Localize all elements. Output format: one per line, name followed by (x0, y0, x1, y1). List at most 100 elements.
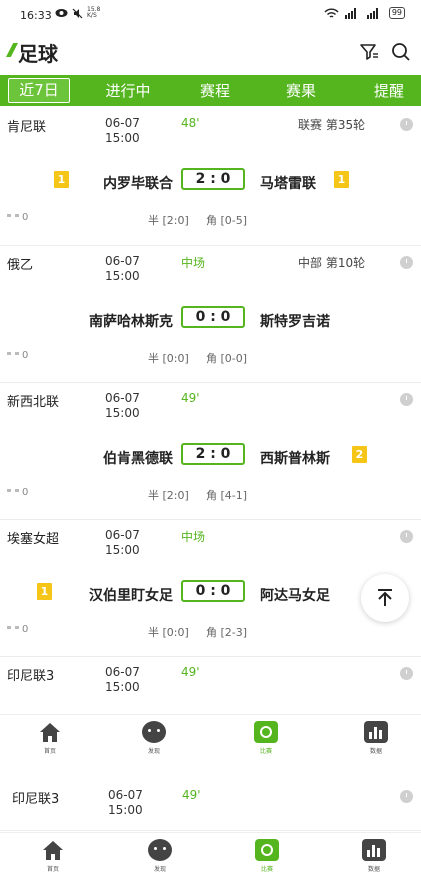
alarm-icon[interactable] (400, 256, 413, 269)
match-status: 中场 (181, 530, 206, 544)
data-icon (362, 839, 386, 861)
match-card[interactable]: 俄乙 06-07 15:00 中场 中部 第10轮 南萨哈林斯克 0 : 0 斯特… (0, 246, 421, 383)
logo-icon (6, 43, 18, 57)
home-team: 伯肯黑德联 (103, 451, 173, 467)
half-time-score: 半 [0:0] (148, 626, 189, 639)
nav-discover[interactable]: 发现 (130, 839, 190, 872)
alarm-icon[interactable] (400, 790, 413, 803)
league-name: 新西北联 (7, 395, 60, 410)
nav-home[interactable]: 首页 (20, 721, 80, 755)
back-to-top-button[interactable] (361, 574, 409, 622)
away-team: 西斯普林斯 (260, 451, 330, 467)
score: 2 : 0 (181, 443, 245, 465)
tab-reminders[interactable]: 提醒 (364, 80, 414, 101)
page-title: 足球 (18, 42, 58, 66)
match-datetime: 06-07 15:00 (105, 116, 140, 145)
match-card[interactable]: 埃塞女超 06-07 15:00 中场 1 汉伯里盯女足 0 : 0 阿达马女足 … (0, 520, 421, 657)
yellow-card-away: 2 (352, 446, 367, 463)
title-bar: 足球 (0, 33, 421, 73)
match-status: 49' (181, 391, 200, 405)
match-datetime: 06-07 15:00 (105, 391, 140, 420)
battery-icon: 99 (388, 7, 405, 19)
corner-count: 角 [0-0] (206, 352, 248, 365)
half-time-score: 半 [2:0] (148, 489, 189, 502)
viewers: 0 (7, 212, 28, 223)
nav-data[interactable]: 数据 (344, 839, 404, 872)
nav-match[interactable]: 比赛 (236, 721, 296, 755)
half-time-score: 半 [2:0] (148, 214, 189, 227)
eye-icon (55, 9, 68, 17)
nav-home[interactable]: 首页 (23, 839, 83, 872)
league-name: 埃塞女超 (7, 532, 60, 547)
match-card[interactable]: 印尼联3 06-07 15:00 49' (0, 776, 421, 831)
tab-schedule[interactable]: 赛程 (190, 80, 240, 101)
match-icon (255, 839, 279, 861)
league-name: 俄乙 (7, 258, 34, 273)
match-status: 48' (181, 116, 200, 130)
status-time: 16:33 (20, 9, 52, 22)
filter-icon (360, 44, 378, 60)
home-icon (38, 721, 62, 743)
alarm-icon[interactable] (400, 667, 413, 680)
score: 0 : 0 (181, 306, 245, 328)
tab-last-7-days[interactable]: 近7日 (8, 78, 70, 103)
yellow-card-home: 1 (54, 171, 69, 188)
tab-in-progress[interactable]: 进行中 (96, 80, 160, 101)
viewers: 0 (7, 487, 28, 498)
people-icon (7, 214, 19, 221)
data-icon (364, 721, 388, 743)
nav-match[interactable]: 比赛 (237, 839, 297, 872)
home-icon (41, 839, 65, 861)
tab-results[interactable]: 赛果 (276, 80, 326, 101)
home-team: 汉伯里盯女足 (89, 588, 173, 604)
arrow-up-icon (378, 589, 392, 606)
people-icon (7, 626, 19, 633)
home-team: 南萨哈林斯克 (89, 314, 173, 330)
match-datetime: 06-07 15:00 (108, 788, 143, 817)
bottom-nav: 首页 发现 比赛 数据 (0, 832, 421, 872)
away-team: 马塔雷联 (260, 176, 316, 192)
match-card[interactable]: 印尼联3 06-07 15:00 49' (0, 657, 421, 714)
search-icon (392, 43, 410, 61)
match-round: 中部 第10轮 (298, 256, 366, 270)
alarm-icon[interactable] (400, 118, 413, 131)
bottom-nav: 首页 发现 比赛 数据 (0, 714, 421, 764)
nav-discover[interactable]: 发现 (124, 721, 184, 755)
network-speed: 15.8 K/S (87, 6, 101, 19)
viewers: 0 (7, 350, 28, 361)
match-card[interactable]: 新西北联 06-07 15:00 49' 伯肯黑德联 2 : 0 西斯普林斯 2 … (0, 383, 421, 520)
discover-icon (142, 721, 166, 743)
people-icon (7, 489, 19, 496)
match-icon (254, 721, 278, 743)
home-team: 内罗毕联合 (103, 176, 173, 192)
match-card[interactable]: 肯尼联 06-07 15:00 48' 联赛 第35轮 1 内罗毕联合 2 : 0… (0, 108, 421, 246)
match-datetime: 06-07 15:00 (105, 254, 140, 283)
people-icon (7, 352, 19, 359)
match-datetime: 06-07 15:00 (105, 528, 140, 557)
league-name: 肯尼联 (7, 120, 47, 135)
score: 2 : 0 (181, 168, 245, 190)
viewers: 0 (7, 624, 28, 635)
discover-icon (148, 839, 172, 861)
score: 0 : 0 (181, 580, 245, 602)
nav-data[interactable]: 数据 (346, 721, 406, 755)
half-time-score: 半 [0:0] (148, 352, 189, 365)
signal-icon-2 (366, 7, 378, 19)
status-bar: 16:33 15.8 K/S 99 (0, 0, 421, 30)
tab-bar: 近7日 进行中 赛程 赛果 提醒 (0, 75, 421, 106)
away-team: 斯特罗吉诺 (260, 314, 330, 330)
search-button[interactable] (391, 42, 411, 62)
corner-count: 角 [0-5] (206, 214, 248, 227)
match-status: 49' (181, 665, 200, 679)
league-name: 印尼联3 (7, 669, 55, 684)
filter-button[interactable] (359, 42, 379, 62)
league-name: 印尼联3 (12, 792, 60, 807)
alarm-icon[interactable] (400, 530, 413, 543)
yellow-card-away: 1 (334, 171, 349, 188)
match-status: 49' (182, 788, 201, 802)
corner-count: 角 [4-1] (206, 489, 248, 502)
corner-count: 角 [2-3] (206, 626, 248, 639)
alarm-icon[interactable] (400, 393, 413, 406)
match-round: 联赛 第35轮 (298, 118, 366, 132)
yellow-card-home: 1 (37, 583, 52, 600)
